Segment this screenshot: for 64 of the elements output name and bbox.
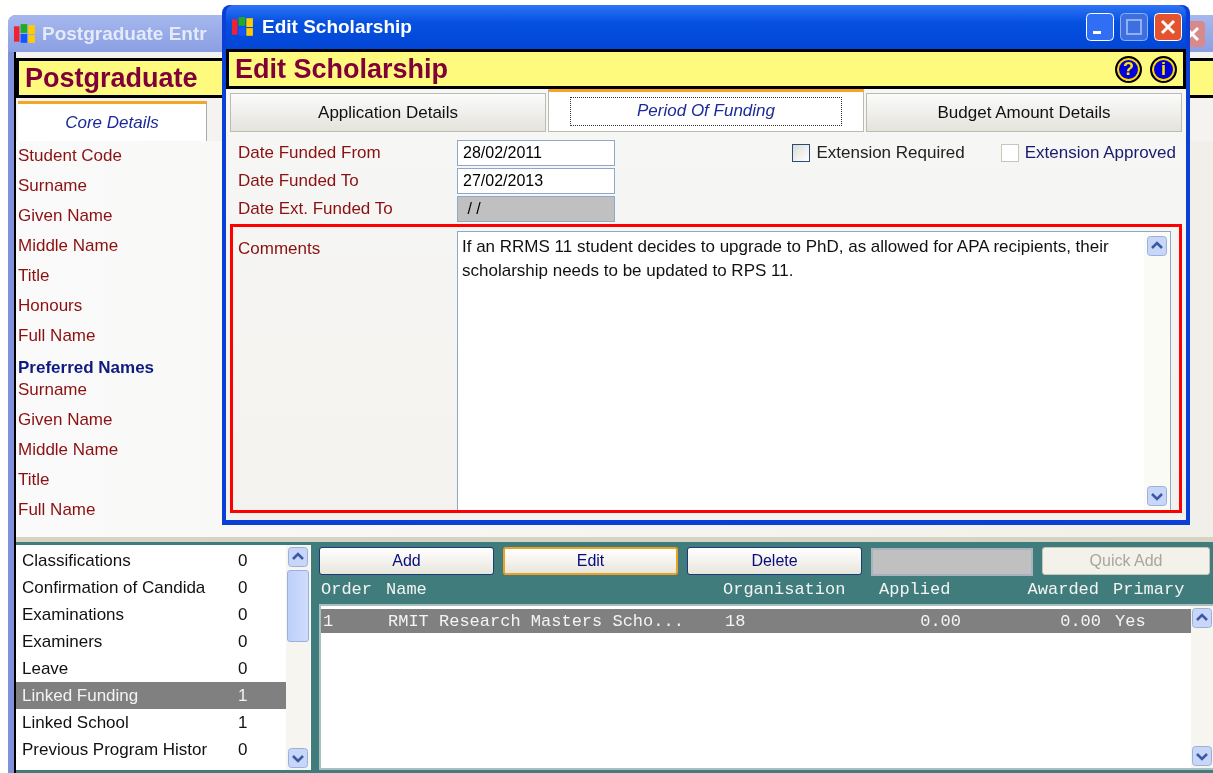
help-button[interactable]: i [1150,55,1177,83]
field-label: Middle Name [18,439,119,461]
column-header: Name [386,580,428,599]
field-label: Title [18,265,50,287]
tab[interactable]: Application Details [230,93,546,132]
table-row[interactable]: 1 RMIT Research Masters Scho... 18 0.00 0.00 Yes [321,609,1191,633]
list-item[interactable]: Examinations 0 [16,601,286,628]
toolbar-button[interactable]: Delete [687,547,862,575]
field-label: Date Funded From [238,143,382,163]
form-heading: Postgraduate [25,62,198,94]
column-header: Organisation [723,580,847,599]
app-icon [14,23,36,44]
list-item[interactable]: Classifications 0 [16,547,286,574]
tab[interactable]: Budget Amount Details [866,93,1182,132]
list-item[interactable]: Previous Program Histor 0 [16,736,286,763]
column-header: Awarded [1026,580,1099,599]
field-label: Surname [18,175,87,197]
close-icon[interactable] [1154,13,1182,41]
field-label: Date Funded To [238,171,360,191]
scroll-up-icon[interactable] [1192,608,1212,628]
list-item[interactable]: Leave 0 [16,655,286,682]
help-button[interactable]: ? [1115,55,1142,83]
window-title: Edit Scholarship [262,16,412,38]
scrollbar[interactable] [1191,606,1213,768]
field-label: Date Ext. Funded To [238,199,394,219]
scroll-thumb[interactable] [287,570,309,642]
input-field[interactable]: 28/02/2011 [457,140,615,166]
checkbox[interactable] [792,144,811,162]
scroll-down-icon[interactable] [1147,486,1167,506]
scroll-up-icon[interactable] [288,547,308,567]
section-heading: Preferred Names [18,357,155,379]
scrollbar[interactable] [286,545,310,770]
field-label: Given Name [18,205,113,227]
list-item[interactable]: Linked School 1 [16,709,286,736]
input-field[interactable]: 27/02/2013 [457,168,615,194]
list-item[interactable]: Confirmation of Candida 0 [16,574,286,601]
column-header: Order [320,580,373,599]
column-header: Applied [879,580,952,599]
scroll-down-icon[interactable] [1192,746,1212,766]
scroll-up-icon[interactable] [1147,236,1167,256]
toolbar-button[interactable]: Edit [503,547,678,575]
field-label: Surname [18,379,87,401]
field-label: Given Name [18,409,113,431]
field-label: Full Name [18,499,96,521]
field-label: Student Code [18,145,122,167]
field-label: Honours [18,295,83,317]
field-label: Comments [238,238,322,260]
field-label: Title [18,469,50,491]
scroll-down-icon[interactable] [288,748,308,768]
tab[interactable]: Core Details [18,101,207,141]
field-label: Full Name [18,325,96,347]
minimize-icon[interactable] [1086,13,1114,41]
list-item[interactable]: Linked Funding 1 [16,682,286,709]
field-label: Middle Name [18,235,119,257]
window-title: Postgraduate Entr [42,22,207,45]
tab[interactable]: Period Of Funding [548,89,864,132]
toolbar-button[interactable]: Add [319,547,494,575]
list-item[interactable]: Examiners 0 [16,628,286,655]
column-header: Primary [1112,580,1185,599]
checkbox-label: Extension Required [816,143,965,163]
app-icon [232,17,254,37]
checkbox-label: Extension Approved [1024,143,1176,163]
comments-field[interactable]: If an RRMS 11 student decides to upgrade to PhD, as allowed for APA recipients, their scholarship needs to be updated to RPS 11. [457,231,1171,510]
dialog-heading: Edit Scholarship [235,53,449,85]
